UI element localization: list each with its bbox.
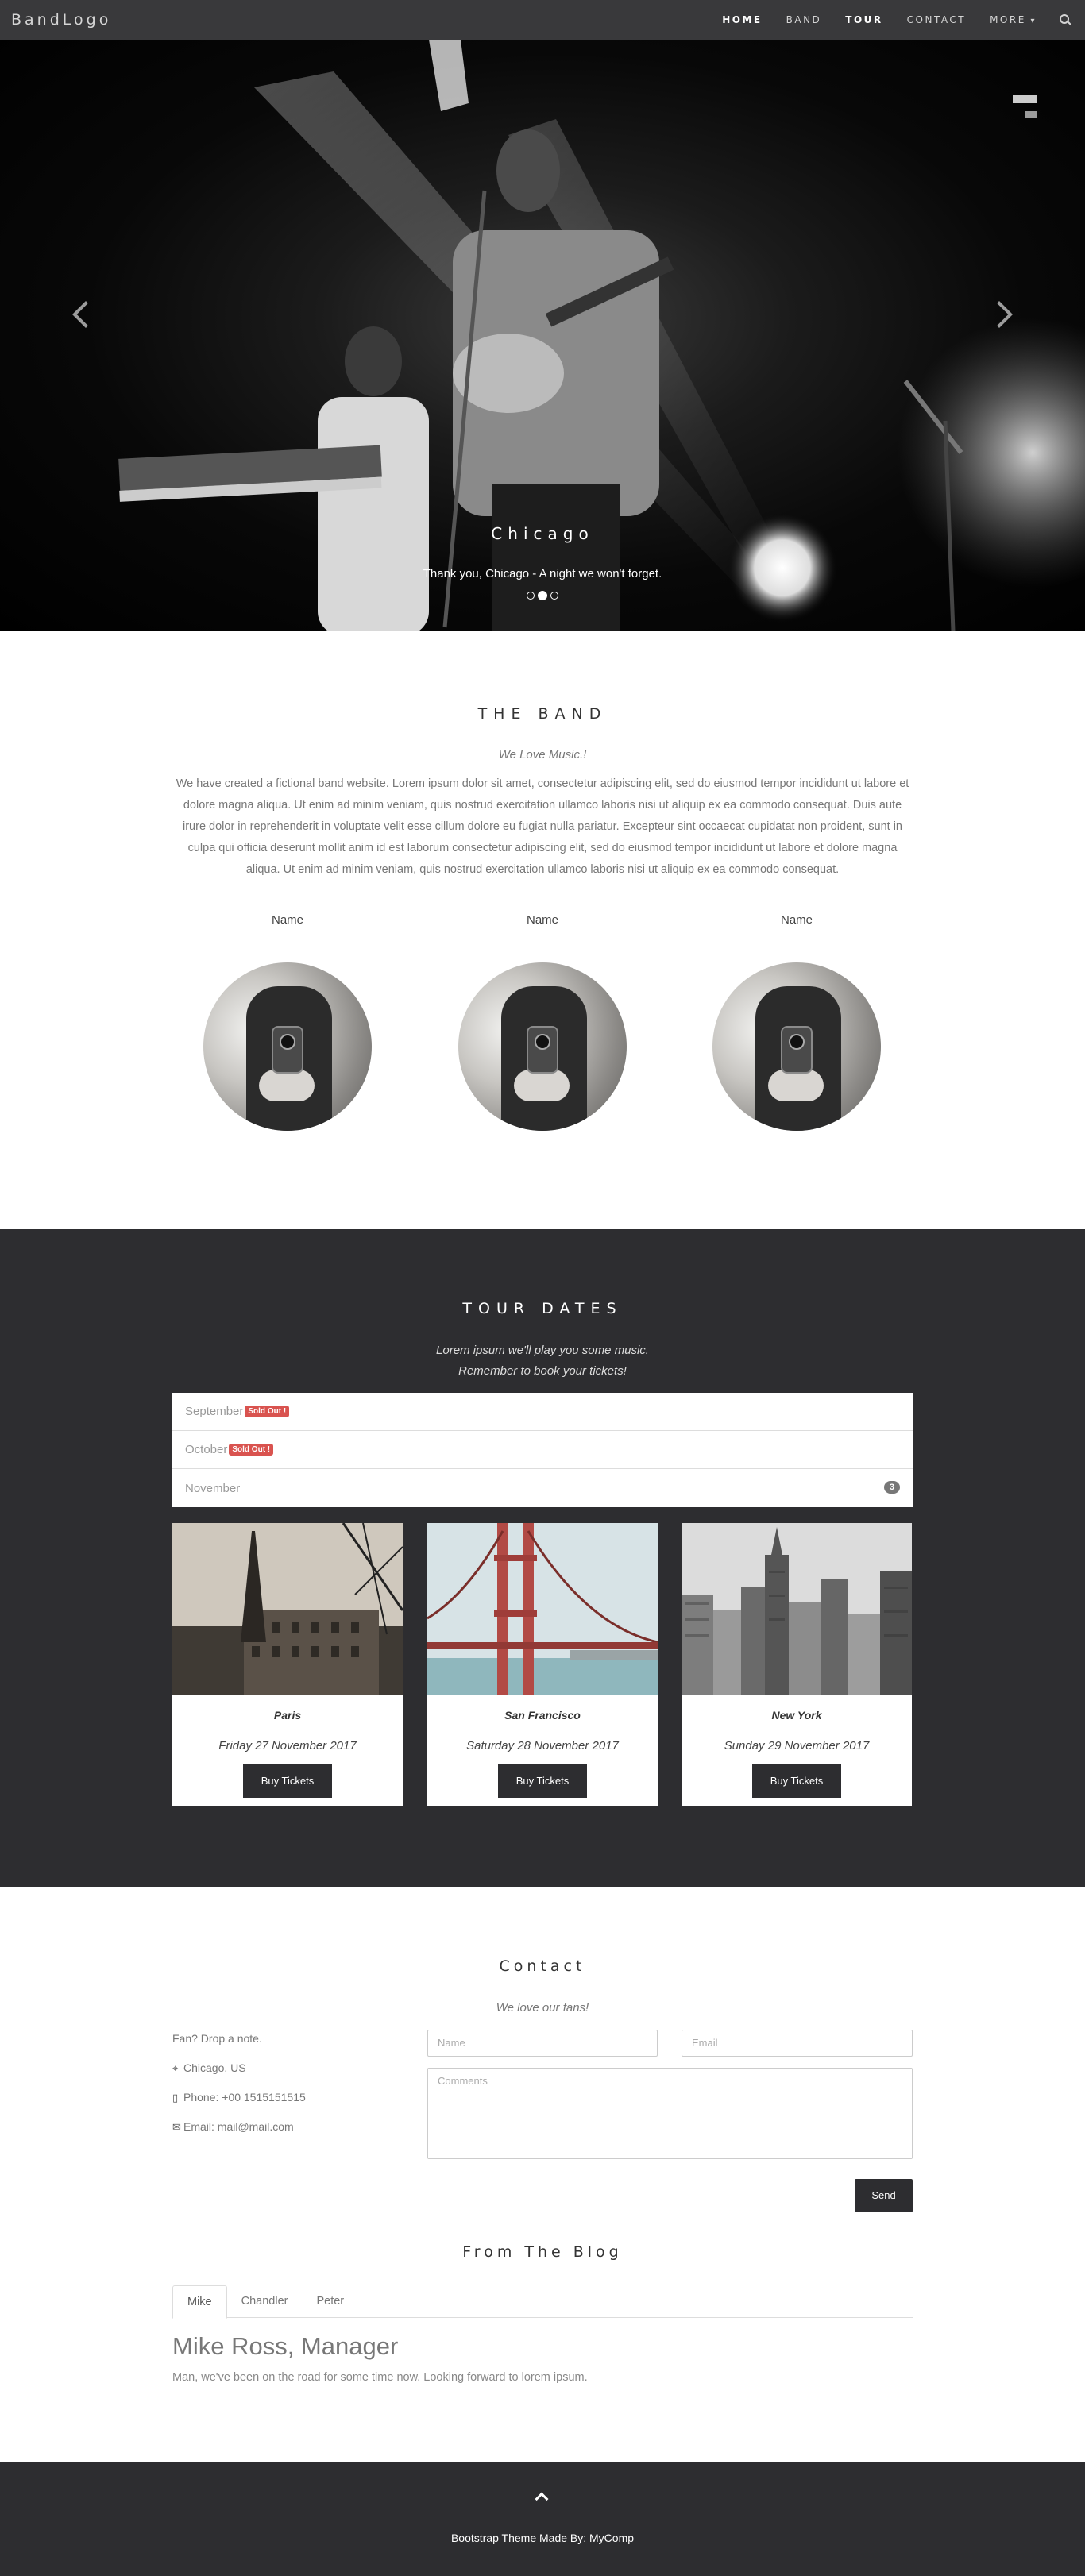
blog-tabs: Mike Chandler Peter: [172, 2285, 913, 2319]
email-field[interactable]: Email: [682, 2030, 913, 2057]
carousel-indicator-2[interactable]: [538, 591, 547, 600]
blog-title: From The Blog: [462, 2243, 623, 2261]
hero-city: Chicago: [491, 524, 594, 543]
nav-more-dropdown[interactable]: MORE: [978, 14, 1048, 25]
san-francisco-image: [427, 1523, 658, 1695]
contact-phone: ▯ Phone: +00 1515151515: [172, 2091, 306, 2104]
buy-tickets-button[interactable]: Buy Tickets: [498, 1764, 587, 1798]
nav-tour[interactable]: TOUR: [833, 14, 894, 25]
card-city: New York: [771, 1709, 822, 1722]
tour-lead-line-2: Remember to book your tickets!: [458, 1364, 627, 1378]
carousel-indicators: [0, 591, 1085, 600]
tour-card-paris: Paris Friday 27 November 2017 Buy Ticket…: [172, 1523, 403, 1806]
nav-contact[interactable]: CONTACT: [895, 14, 978, 25]
member-name: Name: [271, 913, 303, 927]
send-button[interactable]: Send: [855, 2179, 913, 2212]
band-member-3: Name: [711, 913, 882, 1131]
buy-tickets-button[interactable]: Buy Tickets: [243, 1764, 332, 1798]
blog-post-heading: Mike Ross, Manager: [172, 2332, 399, 2360]
tour-title: TOUR DATES: [462, 1300, 623, 1317]
chevron-up-icon[interactable]: [535, 2492, 549, 2506]
comments-field[interactable]: Comments: [427, 2068, 913, 2159]
member-photo[interactable]: [203, 962, 372, 1131]
month-item-october[interactable]: October Sold Out !: [172, 1431, 913, 1469]
month-item-september[interactable]: September Sold Out !: [172, 1393, 913, 1431]
tour-month-list: September Sold Out ! October Sold Out ! …: [172, 1393, 913, 1507]
contact-location: ⌖ Chicago, US: [172, 2061, 246, 2075]
tour-section: TOUR DATES Lorem ipsum we'll play you so…: [0, 1229, 1085, 1887]
hero-caption: Thank you, Chicago - A night we won't fo…: [423, 567, 662, 580]
buy-tickets-button[interactable]: Buy Tickets: [752, 1764, 841, 1798]
card-date: Sunday 29 November 2017: [724, 1739, 870, 1753]
contact-email: ✉ Email: mail@mail.com: [172, 2120, 294, 2134]
sold-out-badge: Sold Out !: [229, 1444, 274, 1456]
tour-card-san-francisco: San Francisco Saturday 28 November 2017 …: [427, 1523, 658, 1806]
tour-card-new-york: New York Sunday 29 November 2017 Buy Tic…: [682, 1523, 912, 1806]
tab-mike[interactable]: Mike: [172, 2285, 227, 2319]
card-date: Friday 27 November 2017: [218, 1739, 357, 1753]
nav-band[interactable]: BAND: [774, 14, 834, 25]
band-member-1: Name: [202, 913, 373, 1131]
month-item-november[interactable]: November 3: [172, 1469, 913, 1507]
band-member-2: Name: [457, 913, 628, 1131]
new-york-image: [682, 1523, 912, 1695]
contact-title: Contact: [499, 1957, 586, 1975]
tab-chandler[interactable]: Chandler: [227, 2285, 303, 2318]
card-city: Paris: [273, 1709, 302, 1722]
map-marker-icon: ⌖: [172, 2062, 179, 2074]
name-field[interactable]: Name: [427, 2030, 658, 2057]
paris-image: [172, 1523, 403, 1695]
card-date: Saturday 28 November 2017: [466, 1739, 619, 1753]
member-name: Name: [526, 913, 558, 927]
carousel-indicator-1[interactable]: [527, 592, 535, 600]
band-title: THE BAND: [477, 705, 608, 723]
count-badge: 3: [883, 1481, 900, 1494]
tour-lead-line-1: Lorem ipsum we'll play you some music.: [436, 1344, 649, 1357]
hero-carousel: Chicago Thank you, Chicago - A night we …: [0, 40, 1085, 631]
footer: Bootstrap Theme Made By: MyComp: [0, 2462, 1085, 2576]
phone-text: Phone: +00 1515151515: [183, 2091, 306, 2104]
phone-icon: ▯: [172, 2092, 179, 2104]
member-name: Name: [780, 913, 813, 927]
month-name: October: [185, 1443, 228, 1456]
envelope-icon: ✉: [172, 2121, 181, 2133]
nav-links: HOME BAND TOUR CONTACT MORE: [710, 12, 1074, 28]
carousel-indicator-3[interactable]: [550, 592, 558, 600]
contact-tagline: We love our fans!: [496, 2001, 589, 2015]
contact-note: Fan? Drop a note.: [172, 2032, 262, 2045]
location-text: Chicago, US: [183, 2061, 246, 2074]
brand-logo[interactable]: BandLogo: [11, 11, 111, 29]
blog-post-text: Man, we've been on the road for some tim…: [172, 2371, 588, 2384]
band-description: We have created a fictional band website…: [176, 777, 909, 876]
tour-lead: Lorem ipsum we'll play you some music. R…: [0, 1340, 1085, 1382]
navbar: BandLogo HOME BAND TOUR CONTACT MORE: [0, 0, 1085, 40]
member-photo[interactable]: [712, 962, 881, 1131]
card-city: San Francisco: [504, 1709, 581, 1722]
sold-out-badge: Sold Out !: [245, 1406, 290, 1417]
band-tagline: We Love Music.!: [498, 748, 587, 762]
month-name: September: [185, 1405, 244, 1418]
member-photo[interactable]: [458, 962, 627, 1131]
tab-peter[interactable]: Peter: [302, 2285, 358, 2318]
nav-home[interactable]: HOME: [710, 14, 774, 25]
search-icon[interactable]: [1052, 12, 1074, 28]
footer-credit: Bootstrap Theme Made By: MyComp: [450, 2532, 635, 2544]
email-text: Email: mail@mail.com: [183, 2120, 294, 2133]
month-name: November: [185, 1481, 241, 1495]
